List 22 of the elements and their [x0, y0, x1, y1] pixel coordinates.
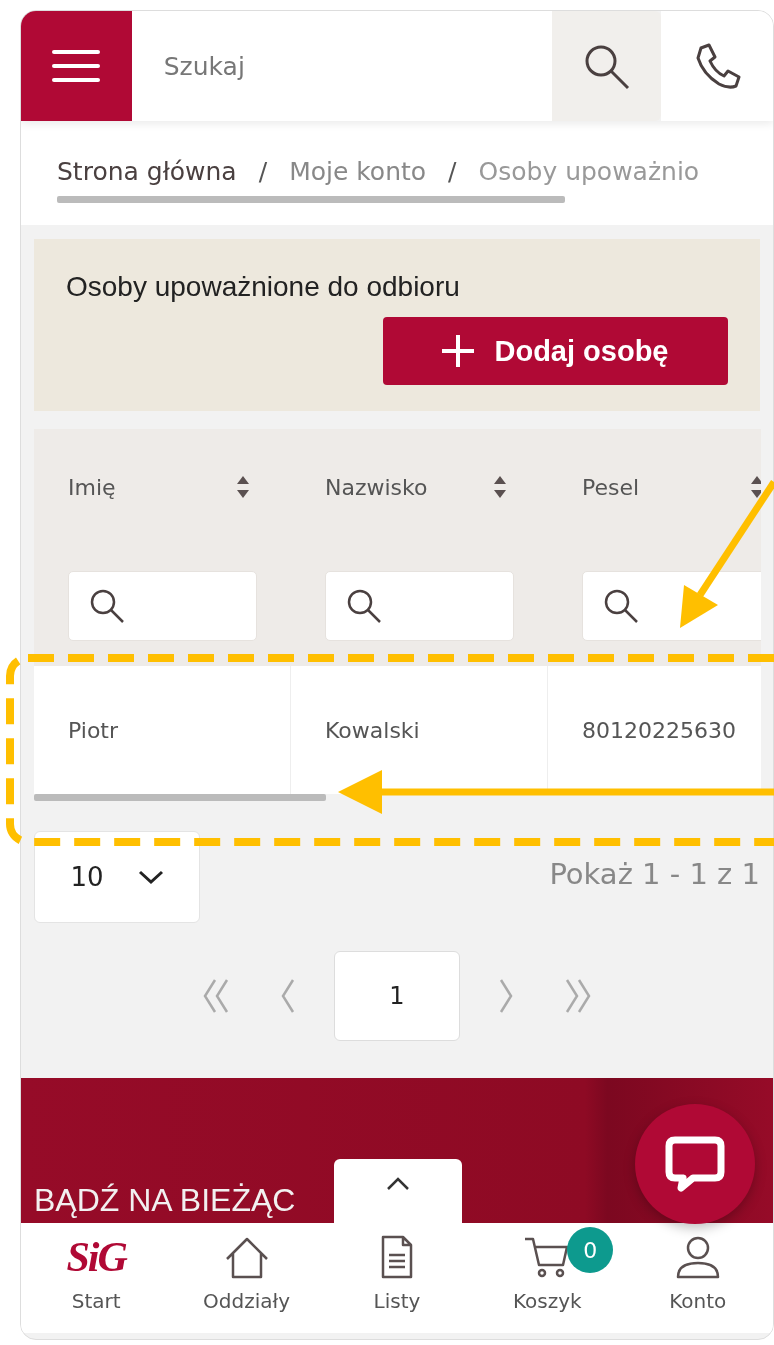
breadcrumb-link[interactable]: Strona główna [57, 157, 237, 186]
nav-link[interactable]: Oddziały [203, 1289, 291, 1313]
nav-link[interactable]: Start [71, 1289, 121, 1313]
add-person-button[interactable]: Dodaj osobę [383, 317, 728, 385]
breadcrumb-separator: / [448, 157, 457, 186]
logo[interactable]: SiG [66, 1233, 126, 1281]
breadcrumb-separator: / [258, 157, 268, 186]
banner-heading: BĄDŹ NA BIEŻĄC [33, 1182, 297, 1220]
cart-count-badge: 0 [567, 1227, 614, 1273]
column-header[interactable]: Pesel [582, 474, 640, 500]
result-count: Pokaż 1 - 1 z 1 [549, 857, 760, 891]
nav-link[interactable]: Listy [373, 1289, 421, 1313]
table-cell: 80120225630 [548, 666, 761, 794]
column-header[interactable]: Imię [68, 474, 116, 500]
page-button[interactable]: 1 [334, 951, 460, 1041]
column-header[interactable]: Nazwisko [325, 474, 428, 500]
page-title: Osoby upoważnione do odbioru [66, 271, 460, 303]
nav-link[interactable]: Koszyk [513, 1289, 582, 1313]
breadcrumb-link[interactable]: Moje konto [289, 157, 427, 186]
nav-link[interactable]: Konto [669, 1289, 727, 1313]
page-size-select[interactable]: 10 [34, 831, 200, 923]
search-field[interactable]: Szukaj [131, 11, 552, 121]
